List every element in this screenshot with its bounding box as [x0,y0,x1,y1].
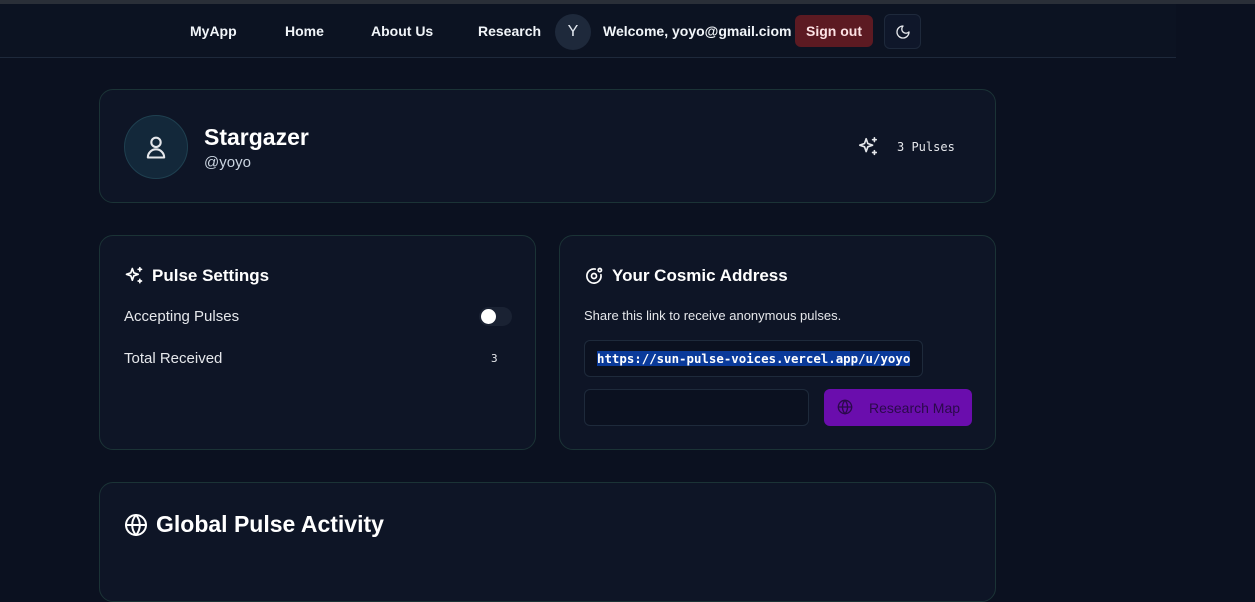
navbar: MyApp Home About Us Research Y Welcome, … [0,4,1176,58]
cosmic-address-title-text: Your Cosmic Address [612,266,788,285]
sparkles-icon [858,137,878,156]
moon-icon [895,24,910,39]
pulse-settings-card: Pulse Settings Accepting Pulses Total Re… [99,235,536,450]
total-received-value: 3 [491,352,498,365]
nav-link-home[interactable]: Home [285,23,324,39]
profile-card: Stargazer @yoyo 3 Pulses [99,89,996,203]
welcome-text: Welcome, yoyo@gmail.ciom [603,23,792,39]
sparkles-icon [125,266,143,284]
research-map-label: Research Map [869,400,961,416]
theme-toggle-button[interactable] [884,14,921,49]
cosmic-address-card: Your Cosmic Address Share this link to r… [559,235,996,450]
total-received-label: Total Received [124,350,223,367]
global-activity-title-text: Global Pulse Activity [156,511,384,537]
nav-link-about-us[interactable]: About Us [371,23,433,39]
cosmic-link-text: https://sun-pulse-voices.vercel.app/u/yo… [597,351,911,366]
cosmic-link-field[interactable]: https://sun-pulse-voices.vercel.app/u/yo… [584,340,923,377]
global-activity-title: Global Pulse Activity [124,511,384,538]
brand-link[interactable]: MyApp [190,23,237,39]
profile-avatar [124,115,188,179]
sign-out-button[interactable]: Sign out [795,15,873,47]
globe-icon [125,513,147,536]
pulse-settings-title-text: Pulse Settings [152,266,270,285]
globe-icon [837,399,853,415]
user-icon [146,136,166,159]
profile-handle: @yoyo [204,154,251,171]
pulses-count: 3 Pulses [897,140,955,154]
avatar-initial: Y [567,23,579,40]
user-avatar[interactable]: Y [555,14,591,50]
accepting-pulses-toggle[interactable] [479,307,512,326]
orbit-icon [586,267,603,284]
secondary-input[interactable] [584,389,809,426]
cosmic-address-title: Your Cosmic Address [584,266,788,286]
profile-name: Stargazer [204,124,309,150]
accepting-pulses-label: Accepting Pulses [124,308,240,325]
nav-link-research[interactable]: Research [478,23,541,39]
pulse-settings-title: Pulse Settings [124,266,269,286]
toggle-knob [481,309,496,324]
global-activity-card: Global Pulse Activity [99,482,996,602]
share-description: Share this link to receive anonymous pul… [584,308,842,323]
research-map-button[interactable]: Research Map [824,389,972,426]
